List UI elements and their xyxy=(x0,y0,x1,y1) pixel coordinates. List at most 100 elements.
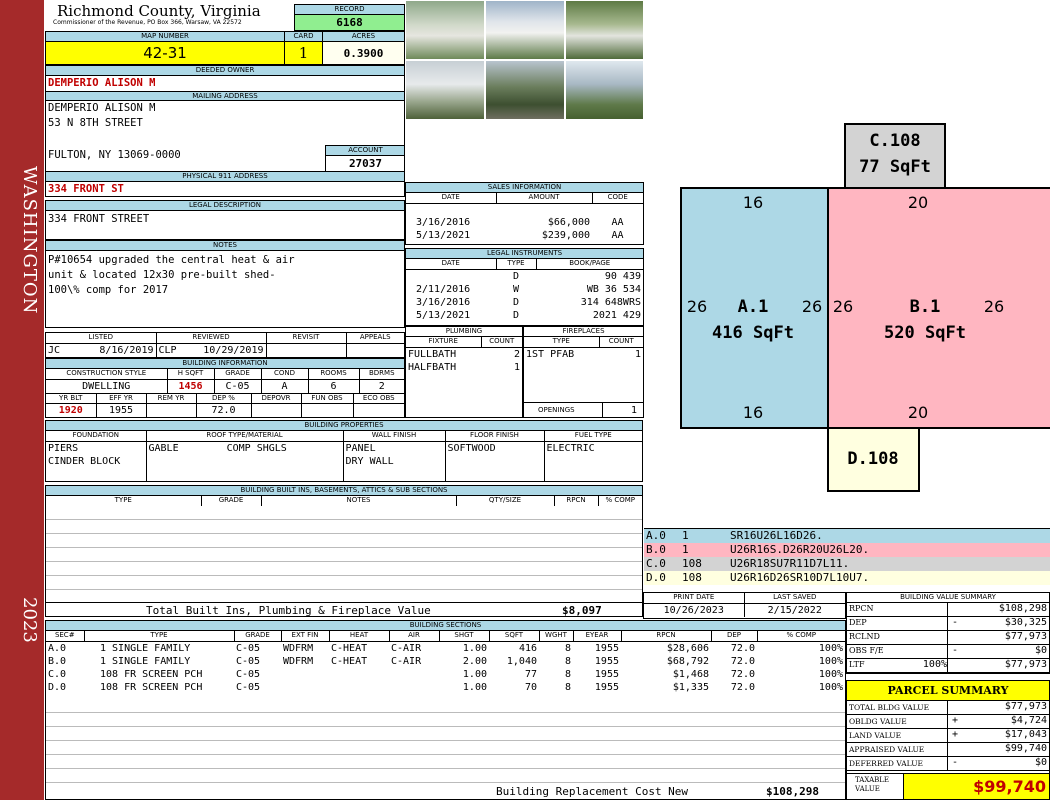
value-summary-box: BUILDING VALUE SUMMARY RPCN $108,298 DEP - $… xyxy=(846,592,1050,674)
value-summary-row: OBS F/E - $0 xyxy=(847,645,1049,659)
roof-type: GABLE xyxy=(148,442,179,454)
deeded-owner-label: DEEDED OWNER xyxy=(46,66,404,76)
physical-address-box: PHYSICAL 911 ADDRESS 334 FRONT ST xyxy=(45,171,405,197)
notes-label: NOTES xyxy=(46,241,404,251)
property-photos xyxy=(405,0,644,120)
roof-material: COMP SHGLS xyxy=(226,442,287,454)
section-b-bottom: 20 xyxy=(908,403,928,422)
openings-label: OPENINGS xyxy=(538,406,575,414)
reviewed-by: CLP xyxy=(158,344,177,356)
building-sections-table: SEC# TYPE GRADE EXT FIN HEAT AIR SHGT SQFT WGHT E… xyxy=(46,631,845,694)
photo-house-2[interactable] xyxy=(485,0,565,60)
sections-header: RPCN xyxy=(621,631,712,642)
rooms: 6 xyxy=(308,379,360,394)
sketch-legend: A.0 1 SR16U26L16D26. B.0 1 U26R16S.D26R20U26… xyxy=(644,528,1050,588)
table-row: 3/16/2016 D 314 648WRS xyxy=(416,296,641,308)
section-b-right: 26 xyxy=(984,297,1004,316)
sales-info-box: SALES INFORMATION DATE AMOUNT CODE 3/16/… xyxy=(405,182,644,245)
sections-header: EXT FIN xyxy=(281,631,330,642)
sections-header: HEAT xyxy=(329,631,390,642)
notes-line-2: unit & located 12x30 pre-built shed- xyxy=(48,269,276,281)
revisit-header: REVISIT xyxy=(266,333,347,344)
built-ins-label: BUILDING BUILT INS, BASEMENTS, ATTICS & … xyxy=(46,486,642,496)
building-sections-label: BUILDING SECTIONS xyxy=(46,621,845,631)
parcel-row: APPRAISED VALUE $99,740 xyxy=(847,743,1049,757)
mailing-address-label: MAILING ADDRESS xyxy=(46,91,404,101)
wall-finish-1: PANEL xyxy=(343,441,446,455)
photo-house-1[interactable] xyxy=(405,0,485,60)
remodel-year xyxy=(146,403,197,417)
legend-row-d: D.0 108 U26R16D26SR10D7L10U7. xyxy=(644,571,1050,585)
sales-header-amount: AMOUNT xyxy=(496,193,593,204)
legal-instruments-table: DATE TYPE BOOK/PAGE D 90 439 2/11/2016 W WB… xyxy=(406,259,643,322)
photo-house-4[interactable] xyxy=(405,60,485,120)
sections-header: SHGT xyxy=(439,631,490,642)
record-label: RECORD xyxy=(295,5,404,15)
owner-box: DEEDED OWNER DEMPERIO ALISON M MAILING A… xyxy=(45,65,405,172)
sections-header: DEP xyxy=(711,631,758,642)
building-properties-label: BUILDING PROPERTIES xyxy=(46,421,642,431)
listed-date: 8/16/2019 xyxy=(99,344,154,356)
record-box: RECORD 6168 xyxy=(294,4,405,31)
account-number: 27037 xyxy=(348,157,383,170)
built-ins-box: BUILDING BUILT INS, BASEMENTS, ATTICS & … xyxy=(45,485,643,617)
effective-year: 1955 xyxy=(96,403,147,417)
grade: C-05 xyxy=(214,379,262,394)
sections-header: EYEAR xyxy=(573,631,622,642)
building-properties-box: BUILDING PROPERTIES FOUNDATION ROOF TYPE/… xyxy=(45,420,643,482)
taxable-label: TAXABLE VALUE xyxy=(855,776,890,793)
section-a-top: 16 xyxy=(743,193,763,212)
section-d-id: D.108 xyxy=(847,449,898,469)
section-a-right: 26 xyxy=(802,297,822,316)
parcel-row: TOTAL BLDG VALUE $77,973 xyxy=(847,701,1049,715)
map-number-box: MAP NUMBER 42-31 xyxy=(45,31,285,65)
listed-header: LISTED xyxy=(46,333,157,344)
acres-value: 0.3900 xyxy=(323,42,404,64)
legal-description-label: LEGAL DESCRIPTION xyxy=(46,201,404,211)
sections-header: SEC# xyxy=(46,631,85,642)
section-a-left: 26 xyxy=(687,297,707,316)
map-number: 42-31 xyxy=(46,42,284,64)
heated-sqft: 1456 xyxy=(167,379,215,394)
brcn-value: $108,298 xyxy=(766,785,819,798)
value-summary-row: DEP - $30,325 xyxy=(847,617,1049,631)
section-a-bottom: 16 xyxy=(743,403,763,422)
photo-house-6[interactable] xyxy=(565,60,644,120)
value-summary-label: BUILDING VALUE SUMMARY xyxy=(847,593,1049,603)
sections-header: % COMP xyxy=(757,631,845,642)
physical-address: 334 FRONT ST xyxy=(48,183,124,195)
sketch-svg: C.108 77 SqFt A.1 416 SqFt 16 16 26 26 B… xyxy=(680,123,1050,492)
table-row: 5/13/2021 $239,000 AA xyxy=(416,230,624,241)
legal-description-box: LEGAL DESCRIPTION 334 FRONT STREET xyxy=(45,200,405,240)
photo-house-3[interactable] xyxy=(565,0,644,60)
section-a-area: 416 SqFt xyxy=(712,323,794,343)
side-banner-year: 2023 xyxy=(19,597,40,643)
section-c-area: 77 SqFt xyxy=(859,157,931,177)
year-built: 1920 xyxy=(46,403,97,417)
table-row: D 90 439 xyxy=(512,270,641,282)
last-saved: 2/15/2022 xyxy=(767,604,822,616)
brcn-label: Building Replacement Cost New xyxy=(496,785,689,798)
photo-house-5[interactable] xyxy=(485,60,565,120)
mail-line-1: DEMPERIO ALISON M xyxy=(48,102,156,114)
physical-address-label: PHYSICAL 911 ADDRESS xyxy=(46,172,404,182)
sections-header: TYPE xyxy=(84,631,235,642)
section-b-top: 20 xyxy=(908,193,928,212)
print-date: 10/26/2023 xyxy=(644,603,745,617)
table-row: C.0 108 FR SCREEN PCH C-05 1.00 77 8 1955 $1,46… xyxy=(48,668,843,680)
card-label: CARD xyxy=(285,32,322,42)
value-summary-row: LTF 100% $77,973 xyxy=(847,659,1049,673)
value-summary-row: RCLND $77,973 xyxy=(847,631,1049,645)
building-sketch: C.108 77 SqFt A.1 416 SqFt 16 16 26 26 B… xyxy=(645,0,1050,528)
mail-line-3: FULTON, NY 13069-0000 xyxy=(48,149,181,161)
account-label: ACCOUNT xyxy=(326,146,404,156)
openings-count: 1 xyxy=(602,403,643,417)
card-box: CARD 1 xyxy=(284,31,323,65)
legend-row-a: A.0 1 SR16U26L16D26. xyxy=(644,529,1050,543)
review-box: LISTED REVIEWED REVISIT APPEALS JC 8/16/… xyxy=(45,332,405,358)
side-banner-title: WASHINGTON xyxy=(19,165,40,315)
parcel-row: OBLDG VALUE + $4,724 xyxy=(847,715,1049,729)
taxable-row: TAXABLE VALUE $99,740 xyxy=(847,773,1049,799)
building-sections-box: BUILDING SECTIONS SEC# TYPE GRADE EXT FIN HE… xyxy=(45,620,846,800)
record-number: 6168 xyxy=(295,15,404,30)
